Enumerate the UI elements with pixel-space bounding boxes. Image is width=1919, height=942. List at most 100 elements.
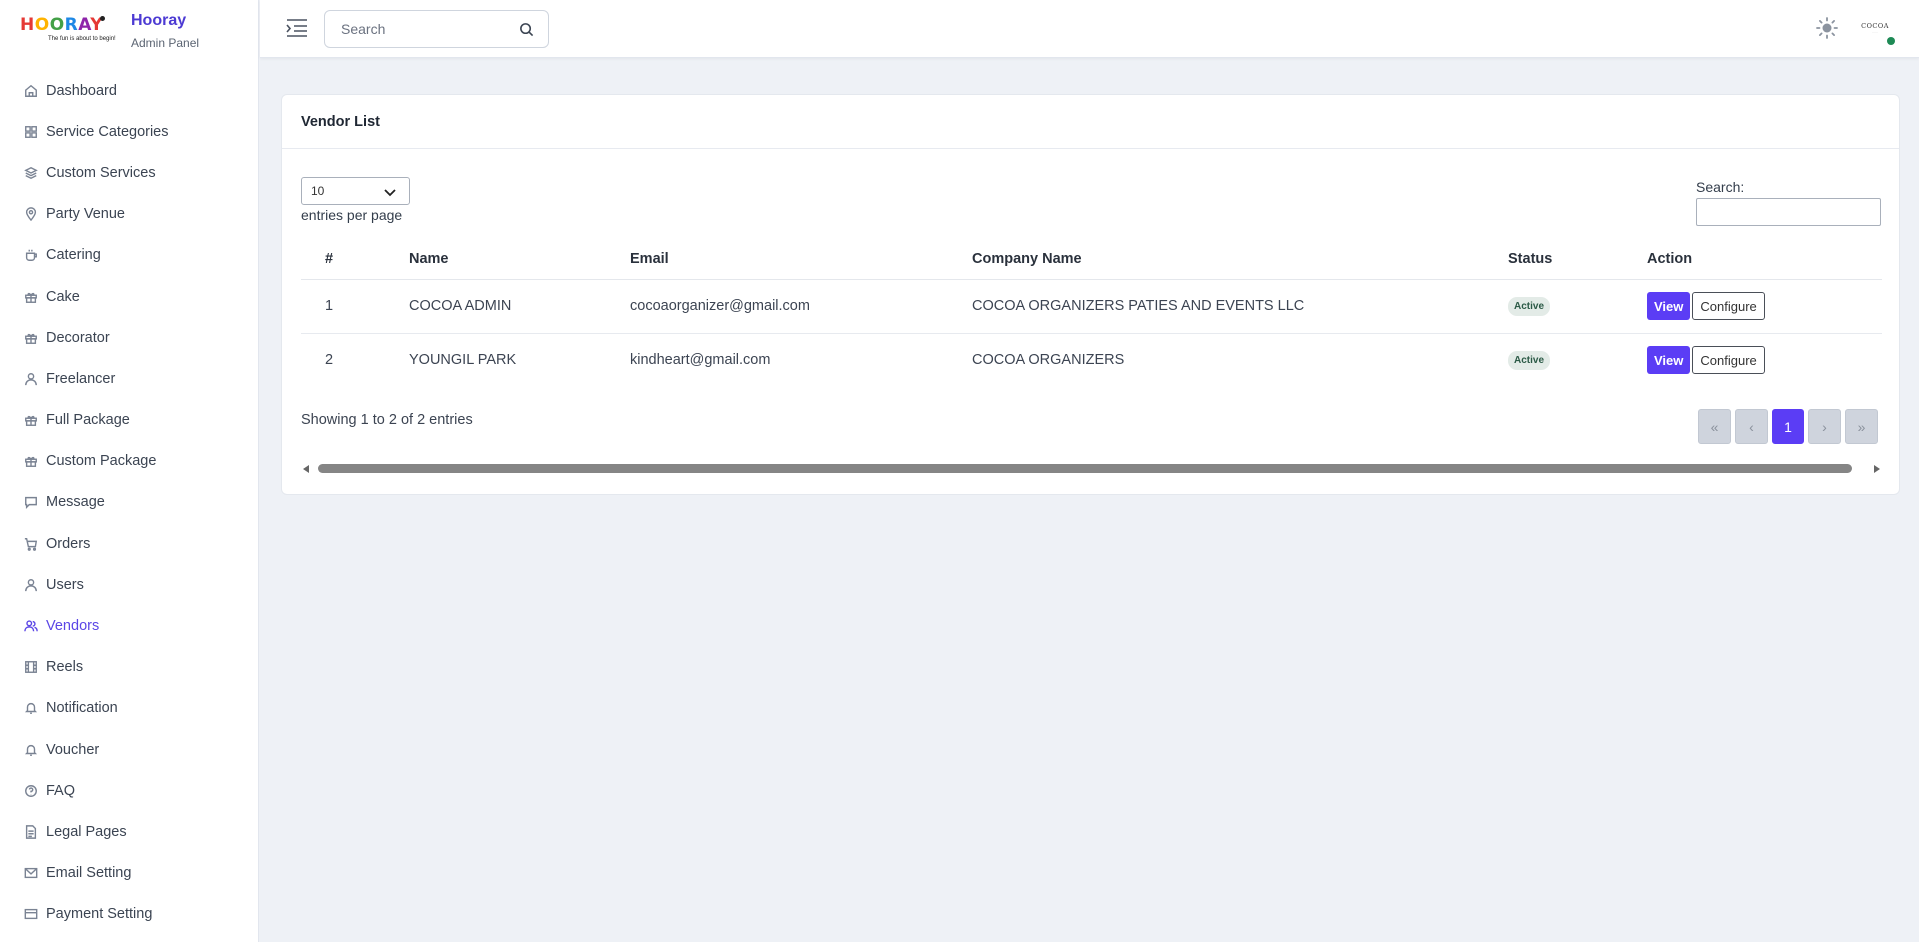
configure-button[interactable]: Configure	[1692, 292, 1765, 320]
status-badge: Active	[1508, 296, 1551, 316]
last-page-button[interactable]: »	[1845, 409, 1878, 444]
logo-tagline: The fun is about to begin!	[48, 36, 116, 42]
sidebar-item-label: Catering	[46, 247, 101, 264]
online-status-dot	[1887, 37, 1895, 45]
horizontal-scrollbar[interactable]	[303, 463, 1880, 475]
brand-title: Hooray	[131, 12, 187, 29]
vendor-list-card: Vendor List 10 entries per page Search: …	[281, 94, 1900, 495]
sidebar-item-label: FAQ	[46, 782, 76, 799]
help-circle-icon	[24, 784, 38, 798]
sidebar-item-decorator[interactable]: Decorator	[0, 317, 259, 358]
layers-icon	[24, 166, 38, 180]
column-header-name[interactable]: Name	[409, 239, 630, 280]
sidebar-item-voucher[interactable]: Voucher	[0, 729, 259, 770]
sidebar-item-email-setting[interactable]: Email Setting	[0, 853, 259, 894]
sidebar-item-label: Payment Setting	[46, 906, 153, 923]
avatar-text: COCOA	[1861, 22, 1889, 30]
sidebar-item-label: Users	[46, 576, 84, 593]
cell-number: 1	[301, 279, 409, 334]
search-input[interactable]	[325, 11, 505, 47]
scroll-left-arrow-icon[interactable]	[303, 465, 309, 473]
message-icon	[24, 495, 38, 510]
sidebar-item-label: Custom Services	[46, 164, 156, 181]
sidebar-item-faq[interactable]: FAQ	[0, 770, 259, 811]
avatar[interactable]: COCOA ······	[1858, 14, 1895, 45]
cell-email: cocoaorganizer@gmail.com	[630, 279, 972, 334]
sidebar-item-label: Party Venue	[46, 206, 125, 223]
mail-icon	[24, 866, 38, 880]
view-button[interactable]: View	[1647, 292, 1691, 320]
sidebar-item-reels[interactable]: Reels	[0, 647, 259, 688]
column-header-company-name[interactable]: Company Name	[972, 239, 1508, 280]
gift-icon	[24, 290, 38, 304]
sidebar-item-custom-services[interactable]: Custom Services	[0, 152, 259, 193]
table-info-text: Showing 1 to 2 of 2 entries	[301, 412, 473, 428]
current-page-button[interactable]: 1	[1772, 409, 1804, 444]
sidebar-item-legal-pages[interactable]: Legal Pages	[0, 811, 259, 852]
sidebar-item-full-package[interactable]: Full Package	[0, 400, 259, 441]
sidebar-item-message[interactable]: Message	[0, 482, 259, 523]
sidebar-item-label: Email Setting	[46, 865, 132, 882]
cell-action: View Configure	[1647, 333, 1882, 387]
sidebar-item-label: Message	[46, 494, 105, 511]
table-search-input[interactable]	[1696, 198, 1881, 226]
sidebar-item-cake[interactable]: Cake	[0, 276, 259, 317]
avatar-subtext: ······	[1872, 30, 1878, 34]
sidebar-item-service-categories[interactable]: Service Categories	[0, 111, 259, 152]
map-pin-icon	[24, 207, 38, 222]
sidebar-item-vendors[interactable]: Vendors	[0, 605, 259, 646]
sidebar-item-notification[interactable]: Notification	[0, 688, 259, 729]
sidebar-item-label: Full Package	[46, 412, 130, 429]
column-header-status[interactable]: Status	[1508, 239, 1647, 280]
search-icon[interactable]	[519, 22, 534, 37]
cart-icon	[24, 537, 38, 551]
film-icon	[24, 660, 38, 674]
cell-status: Active	[1508, 279, 1647, 334]
credit-card-icon	[24, 907, 38, 921]
table-search-label: Search:	[1696, 179, 1745, 195]
gift-icon	[24, 413, 38, 427]
sidebar-item-label: Vendors	[46, 618, 100, 635]
sidebar-item-label: Cake	[46, 288, 80, 305]
column-header-number[interactable]: #	[301, 239, 409, 280]
topbar: COCOA ······	[260, 0, 1919, 58]
entries-per-page-select[interactable]: 10	[301, 177, 410, 205]
vendors-table: # Name Email Company Name Status Action …	[301, 239, 1882, 387]
cell-email: kindheart@gmail.com	[630, 352, 771, 369]
sidebar-item-label: Reels	[46, 659, 84, 676]
sidebar-item-catering[interactable]: Catering	[0, 235, 259, 276]
cell-company: COCOA ORGANIZERS	[972, 352, 1125, 369]
pagination: « ‹ 1 › »	[1698, 409, 1878, 444]
sidebar-item-payment-setting[interactable]: Payment Setting	[0, 894, 259, 935]
sidebar-item-label: Legal Pages	[46, 823, 127, 840]
sidebar-item-freelancer[interactable]: Freelancer	[0, 358, 259, 399]
sidebar-item-users[interactable]: Users	[0, 564, 259, 605]
sidebar-item-orders[interactable]: Orders	[0, 523, 259, 564]
scroll-right-arrow-icon[interactable]	[1874, 465, 1880, 473]
hooray-logo[interactable]: HOORAY The fun is about to begin!	[20, 16, 118, 52]
brand[interactable]: HOORAY The fun is about to begin! Hooray…	[20, 12, 240, 52]
sidebar-item-dashboard[interactable]: Dashboard	[0, 70, 259, 111]
sidebar-item-label: Notification	[46, 700, 118, 717]
user-icon	[24, 372, 38, 386]
sun-icon[interactable]	[1816, 17, 1838, 39]
previous-page-button[interactable]: ‹	[1735, 409, 1768, 444]
sidebar-item-label: Orders	[46, 535, 91, 552]
logo-dot	[100, 16, 105, 21]
scrollbar-thumb[interactable]	[318, 464, 1852, 473]
sidebar-item-custom-package[interactable]: Custom Package	[0, 441, 259, 482]
column-header-email[interactable]: Email	[630, 239, 972, 280]
search-box	[324, 10, 549, 48]
next-page-button[interactable]: ›	[1808, 409, 1841, 444]
sidebar-item-label: Service Categories	[46, 123, 169, 140]
user-icon	[24, 578, 38, 592]
cell-company: COCOA ORGANIZERS PATIES AND EVENTS LLC	[972, 279, 1508, 334]
sidebar-item-label: Decorator	[46, 329, 110, 346]
menu-toggle-icon[interactable]	[286, 18, 308, 38]
entries-per-page-label: entries per page	[301, 207, 403, 223]
view-button[interactable]: View	[1647, 346, 1691, 375]
sidebar-item-party-venue[interactable]: Party Venue	[0, 194, 259, 235]
bell-icon	[24, 701, 38, 715]
first-page-button[interactable]: «	[1698, 409, 1731, 444]
configure-button[interactable]: Configure	[1692, 346, 1765, 375]
